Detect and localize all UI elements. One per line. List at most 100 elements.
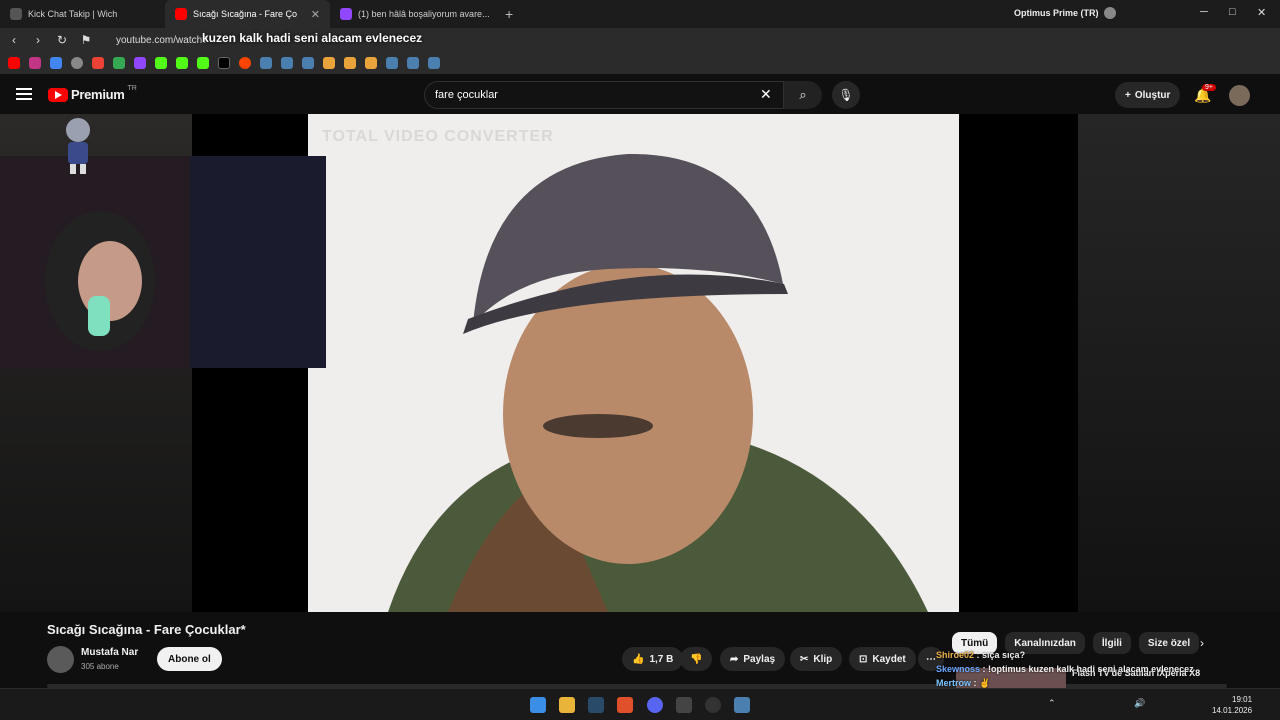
create-button[interactable]: + Oluştur [1115,82,1181,108]
url-text[interactable]: youtube.com/watch? [116,35,208,46]
bookmark-twitch-icon[interactable] [134,57,146,69]
menu-icon[interactable] [16,88,32,100]
video-title: Sıcağı Sıcağına - Fare Çocuklar* [47,622,246,637]
tab-label: Sıcağı Sıcağına - Fare Ço [193,9,298,19]
bookmark-drive-icon[interactable] [113,57,125,69]
chat-text: !optimus kuzen kalk hadi seni alacam evl… [988,664,1194,674]
more-icon: ⋯ [926,653,936,665]
tab-youtube-video[interactable]: Sıcağı Sıcağına - Fare Ço ✕ [165,0,330,28]
chat-message: Skewnoss : !optimus kuzen kalk hadi seni… [936,664,1194,674]
bookmark-instagram-icon[interactable] [29,57,41,69]
clip-button[interactable]: ✂ Klip [790,647,843,671]
video-frame[interactable]: TOTAL VIDEO CONVERTER [308,114,959,612]
tab-twitch[interactable]: (1) ben hâlâ boşaliyorum avare... [330,0,495,28]
account-avatar[interactable] [1229,85,1250,106]
youtube-icon [175,8,187,20]
profile-name[interactable]: Optimus Prime (TR) [1014,7,1116,19]
video-watermark: TOTAL VIDEO CONVERTER [322,128,554,145]
bookmark-gmail-icon[interactable] [92,57,104,69]
bookmark-steam-icon[interactable] [260,57,272,69]
video-player[interactable]: TOTAL VIDEO CONVERTER [0,114,1280,612]
save-button[interactable]: ⊡ Kaydet [849,647,916,671]
windows-taskbar: ⌃ 🔊 19:01 14.01.2026 [0,688,1280,720]
volume-icon[interactable]: 🔊 [1134,698,1145,709]
youtube-header: Premium TR fare çocuklar ✕ ⌕ 🎙 + Oluştur … [0,74,1280,116]
subscriber-count: 305 abone [81,662,119,671]
bookmark-steam-icon[interactable] [407,57,419,69]
bookmark-translate-icon[interactable] [50,57,62,69]
app-icon[interactable] [676,697,692,713]
stream-overlay-message: kuzen kalk hadi seni alacam evlenecez [202,31,423,45]
chat-message: Shiroe02 : sıça sıça? [936,650,1026,660]
chat-text: ✌ [979,678,991,688]
address-bar: ‹ › ↻ ⚑ youtube.com/watch? [0,28,1280,52]
clock[interactable]: 19:01 14.01.2026 [1212,694,1252,716]
youtube-logo[interactable]: Premium TR [48,85,137,102]
bookmark-youtube-icon[interactable] [8,57,20,69]
logo-region: TR [127,85,137,92]
chat-user: Shiroe02 [936,650,975,660]
discord-icon[interactable] [647,697,663,713]
minimize-icon[interactable]: ─ [1200,6,1208,18]
microphone-icon: 🎙 [838,88,854,102]
voice-search-button[interactable]: 🎙 [832,81,860,109]
channel-avatar[interactable] [47,646,74,673]
clear-search-icon[interactable]: ✕ [760,86,772,103]
stream-chat-overlay: Shiroe02 : sıça sıça? Skewnoss : !optimu… [936,650,1236,693]
brave-icon[interactable] [617,697,633,713]
bookmarks-bar [0,52,1280,74]
notification-badge: 9+ [1202,84,1216,91]
bookmark-kick-icon[interactable] [176,57,188,69]
browser-tab-bar: Kick Chat Takip | Wich Sıcağı Sıcağına -… [0,0,1280,28]
chat-text: sıça sıça? [982,650,1026,660]
maximize-icon[interactable]: □ [1229,6,1236,18]
reload-icon[interactable]: ↻ [52,33,72,47]
plus-icon: + [1125,89,1131,101]
share-icon: ➦ [730,653,739,665]
thumbs-up-icon: 👍 [632,653,645,665]
share-button[interactable]: ➦ Paylaş [720,647,786,671]
tab-kick-chat[interactable]: Kick Chat Takip | Wich [0,0,165,28]
subscribe-button[interactable]: Abone ol [157,647,222,671]
chat-user: Mertrow [936,678,972,688]
streamer-avatar-sticker [66,118,90,174]
file-explorer-icon[interactable] [559,697,575,713]
bookmark-kick-icon[interactable] [197,57,209,69]
bookmark-folder-icon[interactable] [323,57,335,69]
like-button[interactable]: 👍 1,7 B [622,647,684,671]
youtube-play-icon [48,87,68,102]
search-input[interactable]: fare çocuklar [424,81,784,109]
app-icon[interactable] [734,697,750,713]
forward-icon[interactable]: › [28,33,48,47]
dislike-button[interactable]: 👎 [680,647,713,671]
tray-chevron-icon[interactable]: ⌃ [1048,698,1056,709]
bookmark-steam-icon[interactable] [302,57,314,69]
chevron-right-icon[interactable]: › [1200,636,1204,650]
bookmark-kick-icon[interactable] [155,57,167,69]
close-window-icon[interactable]: ✕ [1257,6,1266,19]
channel-name[interactable]: Mustafa Nar [81,647,138,658]
scissors-icon: ✂ [800,653,809,665]
search-button[interactable]: ⌕ [784,81,822,109]
bookmark-folder-icon[interactable] [344,57,356,69]
bookmark-steam-icon[interactable] [428,57,440,69]
bookmark-x-icon[interactable] [218,57,230,69]
twitch-icon [340,8,352,20]
bookmark-reddit-icon[interactable] [239,57,251,69]
bookmark-steam-icon[interactable] [281,57,293,69]
obs-icon[interactable] [705,697,721,713]
tab-label: (1) ben hâlâ boşaliyorum avare... [358,9,490,19]
bookmark-icon[interactable]: ⚑ [76,33,96,47]
new-tab-button[interactable]: + [495,6,523,22]
bookmark-steam-icon[interactable] [386,57,398,69]
bookmark-save-icon: ⊡ [859,653,868,665]
start-icon[interactable] [530,697,546,713]
bookmark-globe-icon[interactable] [71,57,83,69]
kick-icon [10,8,22,20]
close-tab-icon[interactable]: ✕ [311,8,320,21]
back-icon[interactable]: ‹ [4,33,24,47]
chat-user: Skewnoss [936,664,981,674]
bookmark-folder-icon[interactable] [365,57,377,69]
steam-icon[interactable] [588,697,604,713]
tab-label: Kick Chat Takip | Wich [28,9,118,19]
